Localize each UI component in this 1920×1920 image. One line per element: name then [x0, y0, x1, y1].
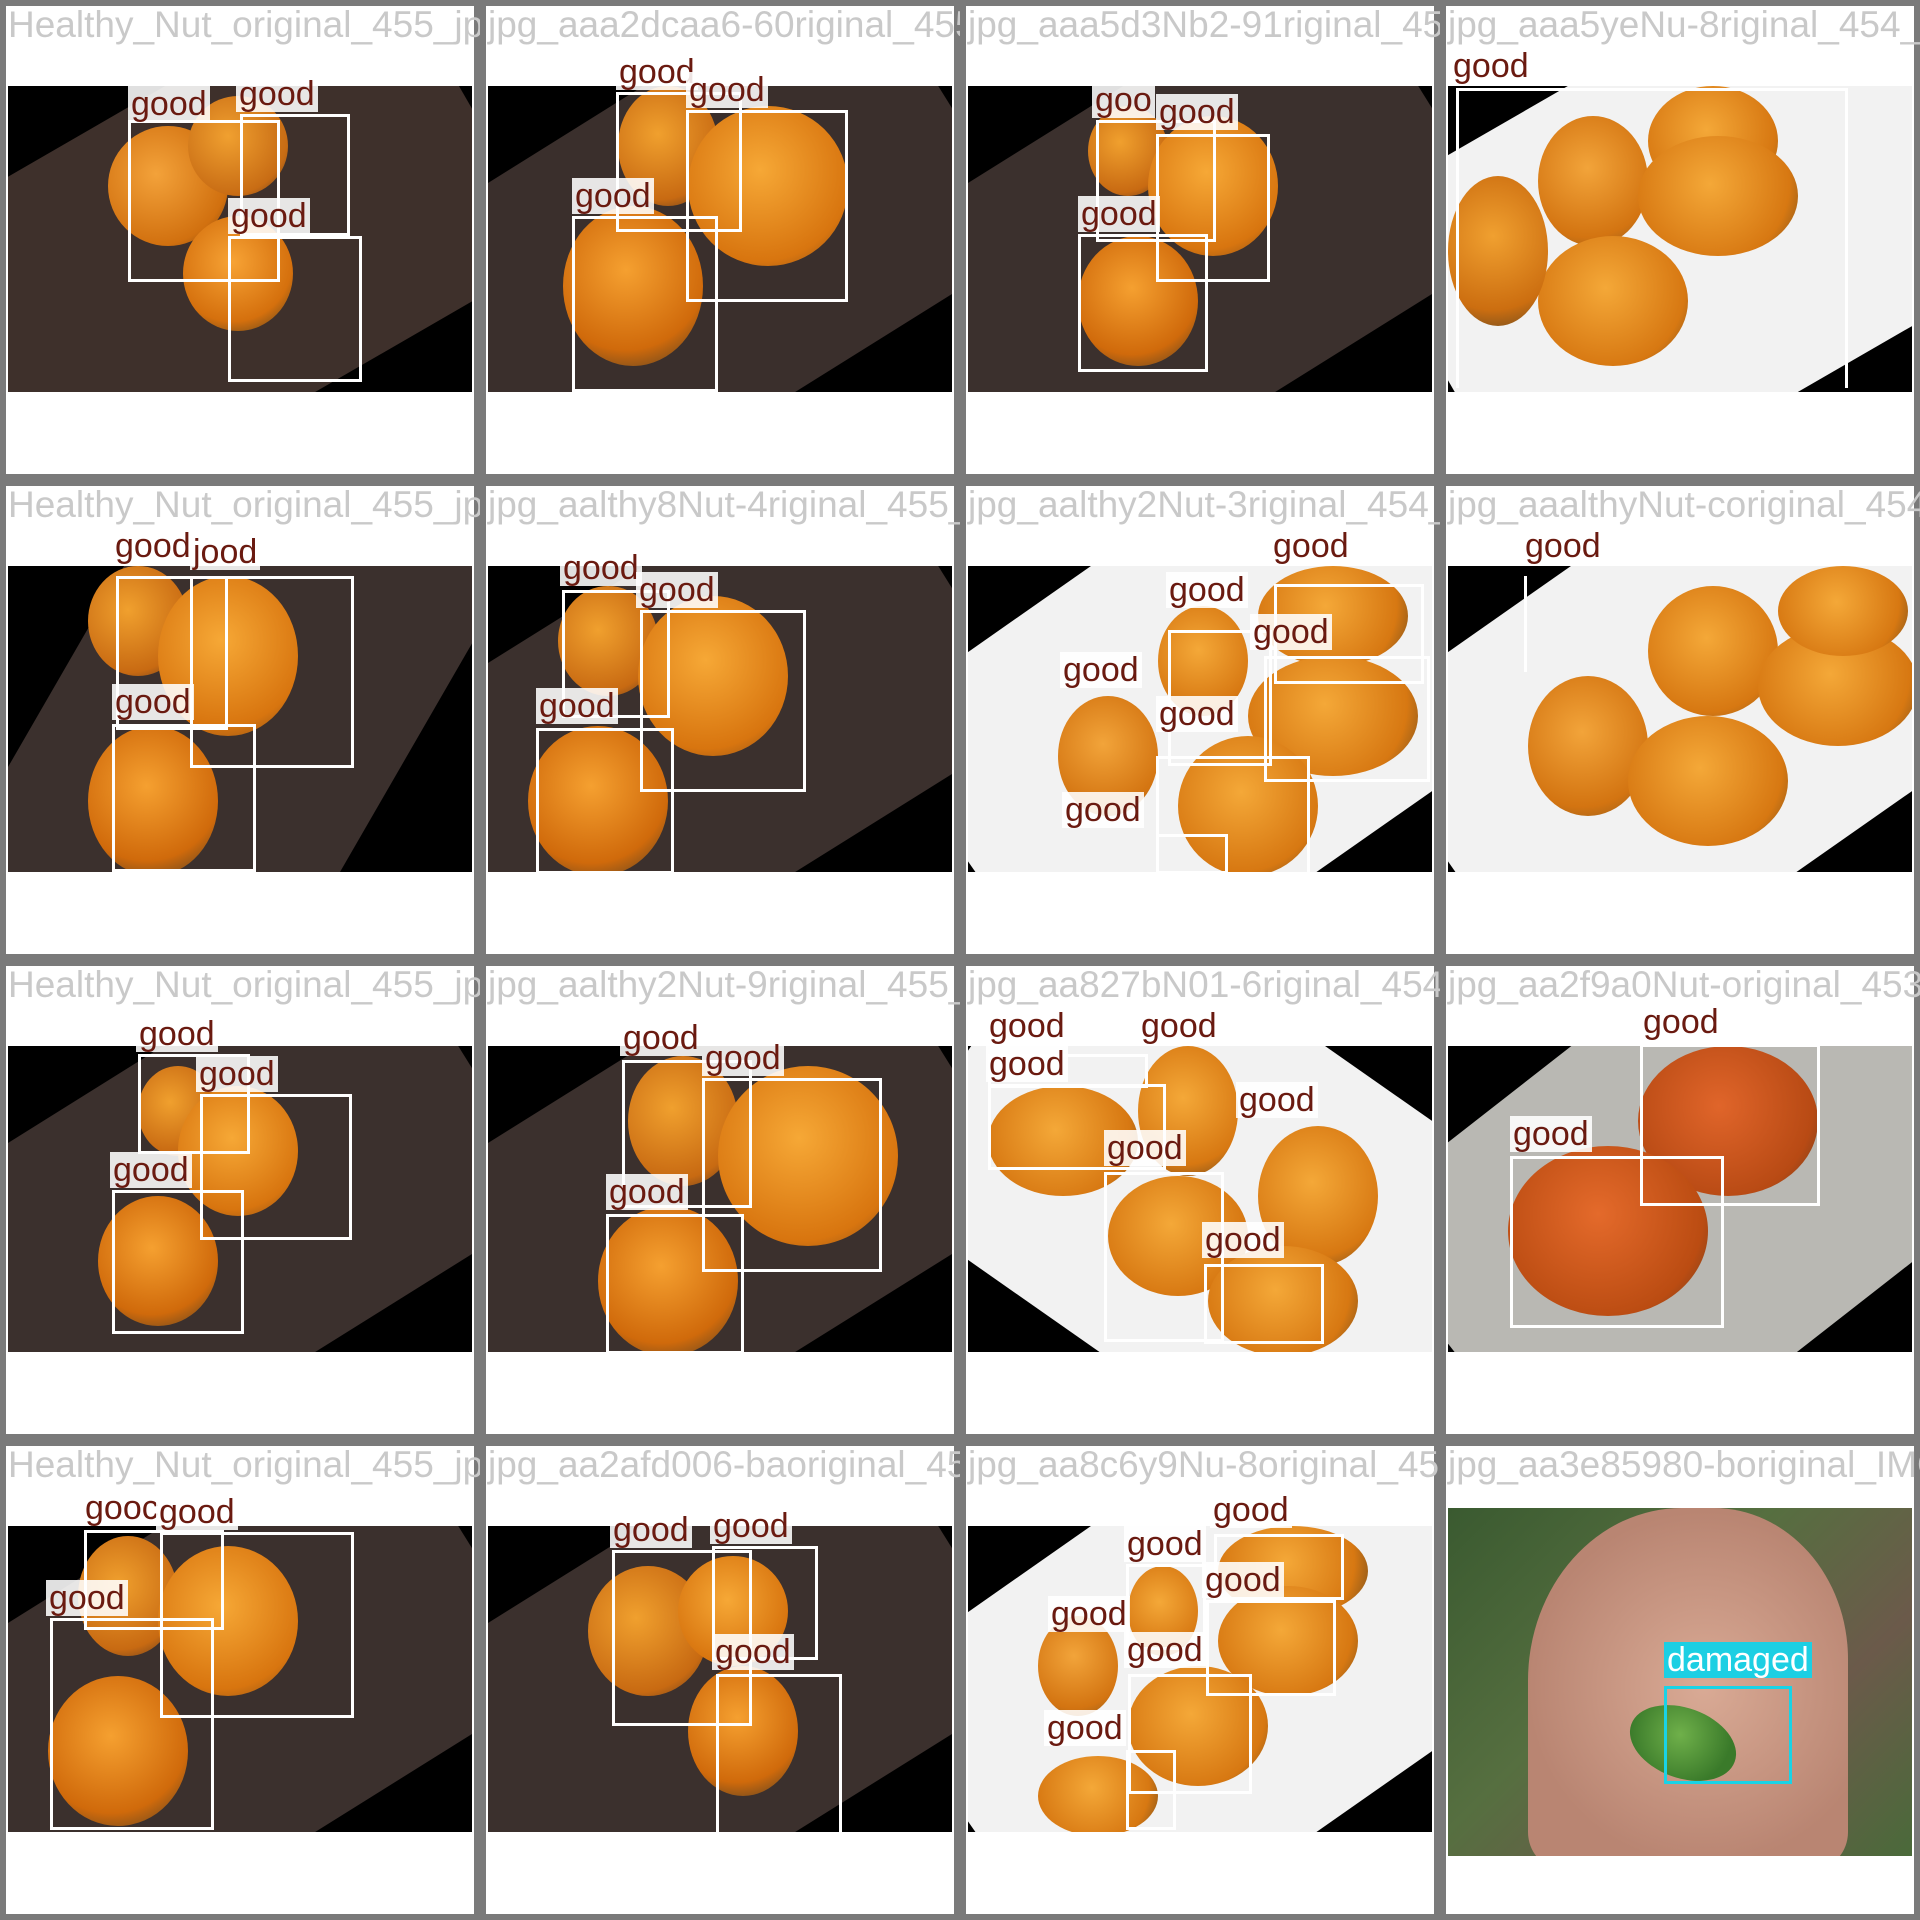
image-caption: jpg_aa8c6y9Nu-8original_454_jp [968, 1444, 1440, 1485]
detection-label: good [1044, 1710, 1126, 1746]
image-caption: jpg_aaa2dcaa6-60riginal_455_jp [488, 4, 960, 45]
grid-tile: good good good jpg_aa2afd006-baoriginal_… [480, 1440, 960, 1920]
detection-label: good [156, 1494, 238, 1530]
image-caption: Healthy_Nut_original_455_jp [8, 4, 480, 45]
image-caption: jpg_aaalthyNut-coriginal_454_jp [1448, 484, 1920, 525]
detection-label: good [228, 198, 310, 234]
grid-tile: good good good jpg_aaa2dcaa6-60riginal_4… [480, 0, 960, 480]
image-caption: jpg_aalthy2Nut-9riginal_455_jp [488, 964, 960, 1005]
detection-label: goo [1092, 82, 1155, 118]
tile-photo [1448, 1508, 1912, 1856]
image-caption: jpg_aa3e85980-boriginal_IMG_2 [1448, 1444, 1920, 1485]
detection-label: good [620, 1020, 702, 1056]
detection-label: good [1124, 1632, 1206, 1668]
detection-label: good [1060, 652, 1142, 688]
detection-label: good [128, 86, 210, 122]
detection-label: good [1522, 528, 1604, 564]
image-grid: good good good Healthy_Nut_original_455_… [0, 0, 1920, 1920]
detection-label: good [1156, 94, 1238, 130]
detection-label: good [686, 72, 768, 108]
detection-label: good [712, 1634, 794, 1670]
detection-label: good [1156, 696, 1238, 732]
grid-tile: good good jpg_aa2f9a0Nut-original_453_jp [1440, 960, 1920, 1440]
detection-label: good [1640, 1004, 1722, 1040]
grid-tile: good good good good good good jpg_aa827b… [960, 960, 1440, 1440]
grid-tile: good jpg_aaalthyNut-coriginal_454_jp [1440, 480, 1920, 960]
detection-label: good [986, 1008, 1068, 1044]
grid-tile: good jood good Healthy_Nut_original_455_… [0, 480, 480, 960]
detection-label: good [610, 1512, 692, 1548]
detection-label: good [536, 688, 618, 724]
detection-label: good [702, 1040, 784, 1076]
tile-photo [1448, 566, 1912, 872]
grid-tile: damaged jpg_aa3e85980-boriginal_IMG_2 [1440, 1440, 1920, 1920]
image-caption: Healthy_Nut_original_455_jp [8, 1444, 480, 1485]
image-caption: jpg_aalthy8Nut-4riginal_455_jp [488, 484, 960, 525]
detection-label: good [1270, 528, 1352, 564]
detection-label: good [636, 572, 718, 608]
detection-label: good [1048, 1596, 1130, 1632]
image-caption: jpg_aaa5d3Nb2-91riginal_455_jp [968, 4, 1440, 45]
grid-tile: good good good Healthy_Nut_original_455_… [0, 0, 480, 480]
detection-label: good [1078, 196, 1160, 232]
detection-label: good [110, 1152, 192, 1188]
detection-label: good [196, 1056, 278, 1092]
grid-tile: goo good good jpg_aaa5d3Nb2-91riginal_45… [960, 0, 1440, 480]
grid-tile: good good good good good good jpg_aa8c6y… [960, 1440, 1440, 1920]
image-caption: Healthy_Nut_original_455_jp [8, 964, 480, 1005]
grid-tile: good good good Healthy_Nut_original_455_… [0, 960, 480, 1440]
detection-label: good [1062, 792, 1144, 828]
detection-label: good [1202, 1562, 1284, 1598]
detection-label: good [236, 76, 318, 112]
detection-label: good [1236, 1082, 1318, 1118]
detection-label: good [1450, 48, 1532, 84]
detection-label: good [560, 550, 642, 586]
detection-label: good [1124, 1526, 1206, 1562]
detection-label: good [1510, 1116, 1592, 1152]
image-caption: jpg_aaa5yeNu-8riginal_454_jp [1448, 4, 1920, 45]
detection-label: jood [190, 534, 261, 570]
detection-label: good [986, 1046, 1068, 1082]
detection-label: good [1138, 1008, 1220, 1044]
image-caption: jpg_aa2afd006-baoriginal_455_jp [488, 1444, 960, 1485]
grid-tile: gooc good good Healthy_Nut_original_455_… [0, 1440, 480, 1920]
detection-label: good [1250, 614, 1332, 650]
grid-tile: good good good jpg_aalthy8Nut-4riginal_4… [480, 480, 960, 960]
grid-tile: good jpg_aaa5yeNu-8riginal_454_jp [1440, 0, 1920, 480]
detection-label: good [572, 178, 654, 214]
image-caption: jpg_aalthy2Nut-3riginal_454_jp [968, 484, 1440, 525]
detection-label: good [710, 1508, 792, 1544]
grid-tile: good good good jpg_aalthy2Nut-9riginal_4… [480, 960, 960, 1440]
grid-tile: good good good good good good jpg_aalthy… [960, 480, 1440, 960]
detection-label: gooc [82, 1490, 162, 1526]
detection-label: good [1202, 1222, 1284, 1258]
detection-label: good [1210, 1492, 1292, 1528]
detection-label: good [46, 1580, 128, 1616]
detection-label: good [112, 684, 194, 720]
image-caption: Healthy_Nut_original_455_jp [8, 484, 480, 525]
detection-label: good [136, 1016, 218, 1052]
detection-label: good [112, 528, 194, 564]
detection-label-damaged: damaged [1664, 1642, 1812, 1678]
image-caption: jpg_aa2f9a0Nut-original_453_jp [1448, 964, 1920, 1005]
image-caption: jpg_aa827bN01-6riginal_454_jp [968, 964, 1440, 1005]
detection-label: good [606, 1174, 688, 1210]
detection-label: good [1104, 1130, 1186, 1166]
detection-label: good [1166, 572, 1248, 608]
